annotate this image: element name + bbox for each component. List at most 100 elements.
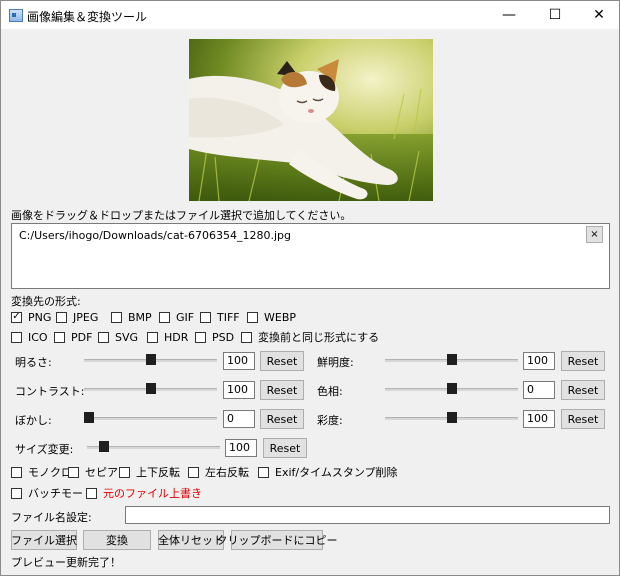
flip-horizontal-checkbox[interactable]: 左右反転 [188, 465, 249, 479]
reset-all-button[interactable]: 全体リセット [158, 530, 224, 550]
batch-mode-checkbox[interactable]: バッチモード [11, 486, 94, 500]
resize-reset-button[interactable]: Reset [263, 438, 307, 458]
file-path: C:/Users/ihogo/Downloads/cat-6706354_128… [19, 229, 291, 242]
hue-slider[interactable] [385, 383, 518, 394]
format-pdf-checkbox[interactable]: PDF [54, 330, 92, 344]
format-tiff-checkbox[interactable]: TIFF [200, 310, 240, 324]
format-label-text: WEBP [264, 310, 297, 324]
file-list[interactable]: C:/Users/ihogo/Downloads/cat-6706354_128… [11, 223, 610, 289]
checkbox-box[interactable] [241, 331, 252, 343]
cat-photo [189, 39, 433, 201]
remove-exif-checkbox[interactable]: Exif/タイムスタンプ削除 [258, 465, 398, 479]
minimize-button[interactable]: — [487, 1, 531, 29]
sharpness-reset-button[interactable]: Reset [561, 351, 605, 371]
checkbox-box[interactable] [147, 331, 158, 343]
sharpness-value[interactable]: 100 [523, 352, 555, 370]
blur-reset-button[interactable]: Reset [260, 409, 304, 429]
sepia-checkbox[interactable]: セピア [68, 465, 118, 479]
format-bmp-checkbox[interactable]: BMP [111, 310, 152, 324]
contrast-value[interactable]: 100 [223, 381, 255, 399]
slider-thumb[interactable] [447, 383, 457, 394]
saturation-reset-button[interactable]: Reset [561, 409, 605, 429]
resize-label: サイズ変更: [15, 443, 74, 456]
option-label: 元のファイル上書き [103, 487, 202, 500]
saturation-label: 彩度: [317, 414, 343, 427]
checkbox-box[interactable] [111, 311, 122, 323]
resize-slider[interactable] [87, 441, 220, 452]
sharpness-label: 鮮明度: [317, 356, 354, 369]
close-button[interactable]: ✕ [577, 1, 620, 29]
checkbox-box[interactable] [98, 331, 109, 343]
checkbox-box[interactable]: ✓ [11, 311, 22, 323]
maximize-button[interactable]: ☐ [533, 1, 577, 29]
saturation-slider[interactable] [385, 412, 518, 423]
checkbox-box[interactable] [188, 466, 199, 478]
checkbox-box[interactable] [200, 311, 211, 323]
resize-value[interactable]: 100 [225, 439, 257, 457]
app-icon [9, 9, 23, 22]
slider-thumb[interactable] [447, 412, 457, 423]
format-psd-checkbox[interactable]: PSD [195, 330, 234, 344]
format-ico-checkbox[interactable]: ICO [11, 330, 48, 344]
checkbox-box[interactable] [119, 466, 130, 478]
convert-button[interactable]: 変換 [83, 530, 151, 550]
checkbox-box[interactable] [86, 487, 97, 499]
option-label: 上下反転 [136, 466, 180, 479]
slider-thumb[interactable] [84, 412, 94, 423]
format-jpeg-checkbox[interactable]: JPEG [56, 310, 98, 324]
image-preview [189, 39, 433, 201]
hue-label: 色相: [317, 385, 343, 398]
blur-value[interactable]: 0 [223, 410, 255, 428]
format-label-text: PSD [212, 330, 235, 344]
format-label-text: HDR [164, 330, 189, 344]
blur-slider[interactable] [84, 412, 217, 423]
format-webp-checkbox[interactable]: WEBP [247, 310, 296, 324]
slider-thumb[interactable] [146, 383, 156, 394]
brightness-slider[interactable] [84, 354, 217, 365]
checkbox-box[interactable] [247, 311, 258, 323]
remove-file-button[interactable]: × [586, 226, 603, 243]
checkbox-box[interactable] [54, 331, 65, 343]
format-label-text: SVG [115, 330, 139, 344]
option-label: モノクロ [28, 466, 72, 479]
checkbox-box[interactable] [11, 487, 22, 499]
format-svg-checkbox[interactable]: SVG [98, 330, 138, 344]
copy-clipboard-button[interactable]: クリップボードにコピー [217, 530, 338, 550]
slider-thumb[interactable] [146, 354, 156, 365]
checkbox-box[interactable] [11, 466, 22, 478]
checkbox-box[interactable] [195, 331, 206, 343]
hue-value[interactable]: 0 [523, 381, 555, 399]
format-hdr-checkbox[interactable]: HDR [147, 330, 188, 344]
brightness-value[interactable]: 100 [223, 352, 255, 370]
blur-label: ぼかし: [15, 414, 52, 427]
overwrite-original-checkbox[interactable]: 元のファイル上書き [86, 486, 202, 500]
format-label-text: PNG [28, 310, 52, 324]
format-label-text: GIF [176, 310, 195, 324]
monochrome-checkbox[interactable]: モノクロ [11, 465, 72, 479]
slider-thumb[interactable] [447, 354, 457, 365]
contrast-slider[interactable] [84, 383, 217, 394]
option-label: 左右反転 [205, 466, 249, 479]
checkbox-box[interactable] [258, 466, 269, 478]
format-same-as-source-checkbox[interactable]: 変換前と同じ形式にする [241, 330, 379, 344]
format-gif-checkbox[interactable]: GIF [159, 310, 194, 324]
slider-thumb[interactable] [99, 441, 109, 452]
sharpness-slider[interactable] [385, 354, 518, 365]
filename-input[interactable] [125, 506, 610, 524]
saturation-value[interactable]: 100 [523, 410, 555, 428]
checkbox-box[interactable] [56, 311, 67, 323]
option-label: Exif/タイムスタンプ削除 [275, 466, 398, 479]
select-file-button[interactable]: ファイル選択 [11, 530, 77, 550]
brightness-reset-button[interactable]: Reset [260, 351, 304, 371]
option-label: バッチモード [28, 487, 94, 500]
contrast-reset-button[interactable]: Reset [260, 380, 304, 400]
format-png-checkbox[interactable]: ✓ PNG [11, 310, 51, 324]
brightness-label: 明るさ: [15, 356, 52, 369]
flip-vertical-checkbox[interactable]: 上下反転 [119, 465, 180, 479]
format-label-text: PDF [71, 330, 93, 344]
option-label: セピア [85, 466, 118, 479]
checkbox-box[interactable] [11, 331, 22, 343]
hue-reset-button[interactable]: Reset [561, 380, 605, 400]
checkbox-box[interactable] [159, 311, 170, 323]
checkbox-box[interactable] [68, 466, 79, 478]
